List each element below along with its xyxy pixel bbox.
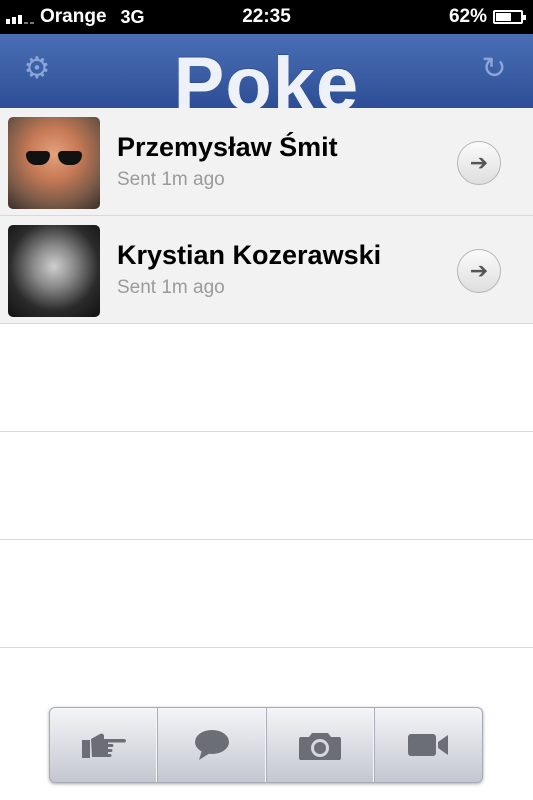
camera-icon [299,733,342,760]
battery-icon [493,10,526,24]
poke-status: Sent 1m ago [117,169,225,190]
contact-row[interactable]: Przemysław Śmit Sent 1m ago ➔ [0,108,533,216]
contact-name: Krystian Kozerawski [117,240,382,270]
poke-status: Sent 1m ago [117,277,225,298]
poke-button[interactable] [50,708,159,782]
status-bar: Orange 3G 22:35 62% [0,0,533,34]
message-button[interactable] [158,708,267,782]
nav-bar: ⚙ Poke ↻ [0,34,533,109]
sunglasses-graphic [26,151,82,165]
video-camera-icon [408,734,449,756]
avatar [8,225,100,317]
avatar [8,117,100,209]
page-title: Poke [173,42,360,109]
battery-fill [496,13,511,21]
status-right: 62% [448,6,526,28]
contact-name: Przemysław Śmit [117,132,338,162]
chat-bubble-icon [194,730,229,760]
refresh-icon[interactable]: ↻ [477,52,511,86]
contact-row[interactable]: Krystian Kozerawski Sent 1m ago ➔ [0,216,533,324]
poke-back-arrow-button[interactable]: ➔ [457,249,501,293]
video-button[interactable] [375,708,482,782]
contact-list: Przemysław Śmit Sent 1m ago ➔ Krystian K… [0,108,533,648]
battery-percent: 62% [448,6,487,27]
poke-back-arrow-button[interactable]: ➔ [457,141,501,185]
poke-hand-icon [81,733,126,758]
action-toolbar [49,707,483,783]
empty-row [0,540,533,648]
photo-button[interactable] [267,708,375,782]
empty-row [0,324,533,432]
empty-row [0,432,533,540]
